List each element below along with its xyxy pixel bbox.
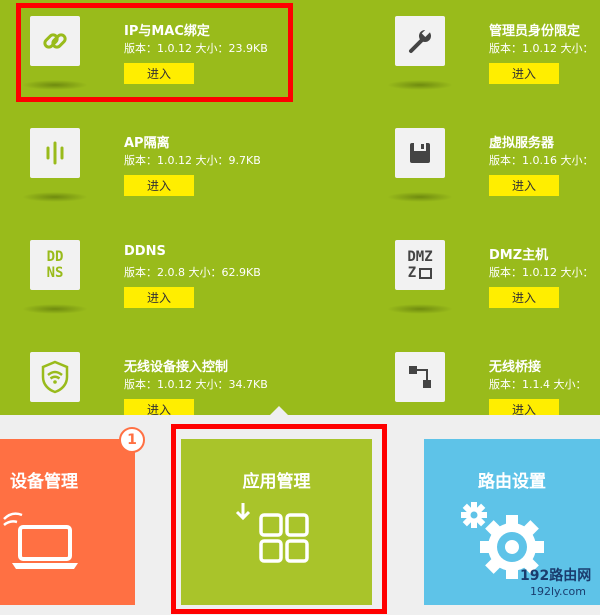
- enter-button[interactable]: 进入: [124, 175, 194, 196]
- app-name: 无线桥接: [489, 360, 542, 375]
- icon-shadow: [22, 304, 88, 314]
- app-name: DDNS: [124, 244, 166, 259]
- watermark-title: 192路由网: [520, 568, 592, 584]
- app-name: DMZ主机: [489, 248, 549, 263]
- app-meta: 版本：1.0.12 大小：34.7KB: [124, 378, 268, 391]
- app-name: AP隔离: [124, 136, 170, 151]
- bridge-icon[interactable]: [395, 352, 445, 402]
- enter-button[interactable]: 进入: [489, 63, 559, 84]
- app-meta: 版本：1.0.12 大小：9.7KB: [124, 154, 261, 167]
- icon-shadow: [387, 80, 453, 90]
- watermark-url: 192ly.com: [530, 585, 586, 598]
- enter-button[interactable]: 进入: [124, 399, 194, 415]
- app-dmz-host: DMZ Z DMZ主机 版本：1.0.12 大小： 进入: [300, 234, 600, 346]
- enter-button[interactable]: 进入: [489, 399, 559, 415]
- wrench-icon[interactable]: [395, 16, 445, 66]
- dmz-icon-text-top: DMZ: [407, 249, 433, 265]
- tab-label: 路由设置: [478, 472, 546, 492]
- app-meta: 版本：1.0.12 大小：: [489, 42, 594, 55]
- badge-count: 1: [127, 432, 137, 448]
- app-name: 虚拟服务器: [489, 136, 555, 151]
- notification-badge: 1: [119, 427, 145, 453]
- enter-button[interactable]: 进入: [489, 175, 559, 196]
- ddns-icon-text-top: DD: [46, 249, 64, 265]
- enter-button[interactable]: 进入: [124, 63, 194, 84]
- app-virtual-server: 虚拟服务器 版本：1.0.16 大小： 进入: [300, 122, 600, 234]
- app-list-panel: IP与MAC绑定 版本：1.0.12 大小：23.9KB 进入 管理员身份限定 …: [0, 0, 600, 415]
- ddns-icon-text-bottom: NS: [46, 265, 64, 281]
- app-meta: 版本：1.0.16 大小：: [489, 154, 594, 167]
- app-meta: 版本：1.0.12 大小：23.9KB: [124, 42, 268, 55]
- app-wireless-bridge: 无线桥接 版本：1.1.4 大小： 进入: [300, 346, 600, 415]
- tab-label: 设备管理: [10, 472, 78, 492]
- wifi-shield-icon[interactable]: [30, 352, 80, 402]
- enter-button[interactable]: 进入: [489, 287, 559, 308]
- ddns-icon[interactable]: DD NS: [30, 240, 80, 290]
- app-ip-mac-binding: IP与MAC绑定 版本：1.0.12 大小：23.9KB 进入: [0, 10, 300, 122]
- enter-button[interactable]: 进入: [124, 287, 194, 308]
- link-icon[interactable]: [30, 16, 80, 66]
- app-name: 管理员身份限定: [489, 24, 581, 39]
- tab-label: 应用管理: [242, 472, 311, 492]
- app-ap-isolation: AP隔离 版本：1.0.12 大小：9.7KB 进入: [0, 122, 300, 234]
- app-meta: 版本：2.0.8 大小：62.9KB: [124, 266, 261, 279]
- icon-shadow: [22, 192, 88, 202]
- icon-shadow: [387, 192, 453, 202]
- app-wireless-access-control: 无线设备接入控制 版本：1.0.12 大小：34.7KB 进入: [0, 346, 300, 415]
- app-meta: 版本：1.1.4 大小：: [489, 378, 587, 391]
- ap-isolation-icon[interactable]: [30, 128, 80, 178]
- app-admin-restriction: 管理员身份限定 版本：1.0.12 大小： 进入: [300, 10, 600, 122]
- dmz-icon-text-bottom: Z: [407, 265, 417, 281]
- app-name: 无线设备接入控制: [124, 360, 229, 375]
- tab-device-management[interactable]: 设备管理: [0, 439, 135, 605]
- app-meta: 版本：1.0.12 大小：: [489, 266, 594, 279]
- app-ddns: DD NS DDNS 版本：2.0.8 大小：62.9KB 进入: [0, 234, 300, 346]
- floppy-icon[interactable]: [395, 128, 445, 178]
- apps-grid-icon: [233, 501, 323, 575]
- icon-shadow: [387, 304, 453, 314]
- icon-shadow: [22, 80, 88, 90]
- laptop-icon: [0, 501, 90, 585]
- active-tab-pointer: [269, 406, 289, 416]
- app-name: IP与MAC绑定: [124, 24, 210, 39]
- tab-app-management[interactable]: 应用管理: [181, 439, 372, 605]
- dmz-icon[interactable]: DMZ Z: [395, 240, 445, 290]
